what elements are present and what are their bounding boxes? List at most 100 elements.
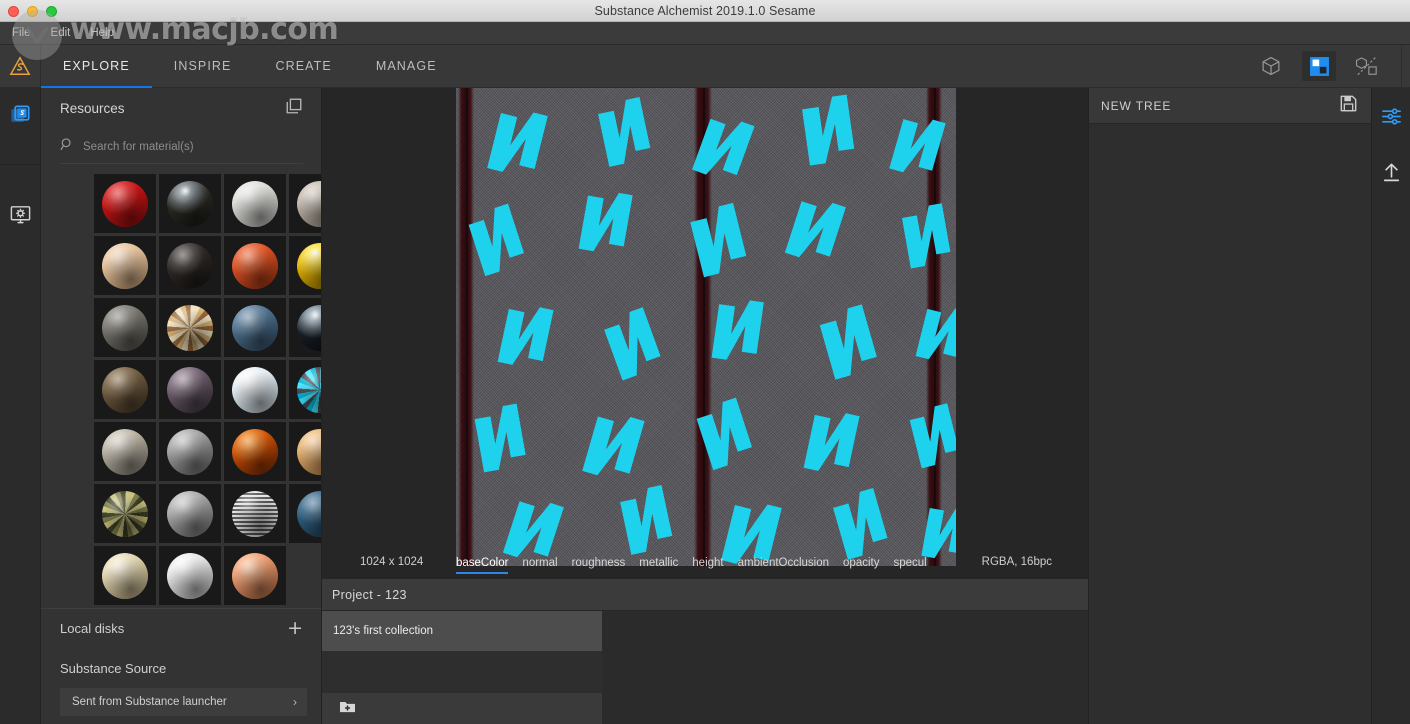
gray-cement-sphere [167, 428, 213, 475]
seam-line [466, 88, 468, 566]
peach-stucco-sphere [232, 552, 278, 599]
search-icon [60, 137, 74, 156]
material-thumbnail[interactable] [224, 484, 286, 543]
material-thumbnail[interactable] [94, 546, 156, 605]
channel-tab-specul[interactable]: specul [893, 557, 926, 574]
material-thumbnail[interactable] [94, 298, 156, 357]
material-thumbnail[interactable] [224, 546, 286, 605]
channel-tab-height[interactable]: height [692, 557, 723, 574]
menu-help[interactable]: Help [80, 22, 124, 45]
orange-clay-sphere [232, 242, 278, 289]
materials-library-icon[interactable] [0, 88, 41, 142]
resources-header: Resources [41, 88, 321, 128]
app-window: Substance Alchemist 2019.1.0 Sesame File… [0, 0, 1410, 724]
channel-tab-roughness[interactable]: roughness [572, 557, 626, 574]
view-2d-texture-icon[interactable] [1302, 51, 1336, 81]
purple-rock-sphere [167, 366, 213, 413]
tab-inspire-label: INSPIRE [173, 59, 232, 73]
tab-explore[interactable]: EXPLORE [41, 45, 152, 88]
texture-viewport[interactable]: 1024 x 1024 baseColor normal roughness meta… [322, 88, 1088, 579]
material-thumbnail[interactable] [224, 174, 286, 233]
tab-create[interactable]: CREATE [253, 45, 353, 88]
plain-gray-sphere [167, 490, 213, 537]
add-local-disk-button[interactable]: + [287, 619, 303, 638]
substance-source-label: Substance Source [60, 660, 167, 676]
export-upload-icon[interactable] [1372, 144, 1410, 200]
tree-body[interactable] [1089, 124, 1371, 724]
channel-tab-ambientocclusion[interactable]: ambientOcclusion [738, 557, 829, 574]
window-controls [8, 6, 57, 17]
white-plaster-sphere [232, 180, 278, 227]
gray-stone-sphere [102, 304, 148, 351]
collection-item[interactable]: 123's first collection [322, 611, 602, 651]
add-collection-button[interactable] [322, 693, 602, 724]
channel-tab-normal[interactable]: normal [522, 557, 557, 574]
material-thumbnail[interactable] [289, 298, 321, 357]
display-settings-icon[interactable] [0, 187, 41, 241]
tree-title: NEW TREE [1101, 98, 1172, 113]
chevron-right-icon: › [293, 695, 297, 709]
right-icon-rail [1371, 88, 1410, 724]
view-split-3d-2d-icon[interactable] [1350, 51, 1384, 81]
corrugated-stripes-sphere [232, 490, 278, 537]
material-thumbnail[interactable] [224, 298, 286, 357]
material-thumbnail[interactable] [94, 174, 156, 233]
materials-grid-wrapper [41, 164, 321, 608]
menu-file[interactable]: File [0, 22, 41, 45]
search-input[interactable] [83, 140, 303, 153]
material-thumbnail[interactable] [159, 360, 221, 419]
view-3d-cube-icon[interactable] [1254, 51, 1288, 81]
material-thumbnail[interactable] [159, 174, 221, 233]
material-thumbnail[interactable] [289, 360, 321, 419]
materials-grid [41, 174, 321, 605]
tab-inspire[interactable]: INSPIRE [152, 45, 254, 88]
material-thumbnail[interactable] [224, 422, 286, 481]
material-thumbnail[interactable] [94, 484, 156, 543]
local-disks-label: Local disks [60, 621, 125, 636]
black-glossy-sphere [297, 304, 321, 351]
cream-marble-sphere [102, 552, 148, 599]
material-thumbnail[interactable] [159, 236, 221, 295]
material-thumbnail[interactable] [94, 236, 156, 295]
add-folder-icon [339, 699, 356, 719]
project-panel: Project - 123 123's first collection [322, 579, 1088, 724]
substance-source-item-launcher[interactable]: Sent from Substance launcher › [60, 688, 307, 716]
substance-source-section: Substance Source [41, 648, 321, 688]
material-thumbnail[interactable] [224, 236, 286, 295]
material-thumbnail[interactable] [289, 484, 321, 543]
material-thumbnail[interactable] [94, 422, 156, 481]
material-thumbnail[interactable] [94, 360, 156, 419]
collection-item-label: 123's first collection [333, 625, 433, 637]
material-thumbnail[interactable] [224, 360, 286, 419]
main-tabs: EXPLORE INSPIRE CREATE MANAGE [41, 45, 459, 88]
channel-tab-opacity[interactable]: opacity [843, 557, 879, 574]
duplicate-squares-icon[interactable] [285, 97, 303, 120]
minimize-button[interactable] [27, 6, 38, 17]
close-button[interactable] [8, 6, 19, 17]
menu-edit[interactable]: Edit [41, 22, 81, 45]
viewport-mode-toolbar [1247, 44, 1410, 88]
material-thumbnail[interactable] [159, 484, 221, 543]
texture-format: RGBA, 16bpc [981, 556, 1052, 568]
material-thumbnail[interactable] [159, 298, 221, 357]
material-thumbnail[interactable] [289, 236, 321, 295]
channel-tabs: baseColor normal roughness metallic height am… [456, 550, 927, 574]
material-thumbnail[interactable] [289, 422, 321, 481]
window-titlebar: Substance Alchemist 2019.1.0 Sesame [0, 0, 1410, 22]
project-title: Project - 123 [332, 587, 407, 602]
parameters-sliders-icon[interactable] [1372, 88, 1410, 144]
project-body: 123's first collection [322, 611, 1088, 724]
save-floppy-icon[interactable] [1340, 95, 1357, 117]
material-thumbnail[interactable] [159, 546, 221, 605]
channel-tab-basecolor[interactable]: baseColor [456, 557, 509, 574]
texture-dimensions: 1024 x 1024 [360, 556, 424, 568]
project-header: Project - 123 [322, 579, 1088, 611]
material-thumbnail[interactable] [159, 422, 221, 481]
zoom-button[interactable] [46, 6, 57, 17]
material-thumbnail[interactable] [289, 174, 321, 233]
patterned-mosaic-sphere [167, 304, 213, 351]
tab-manage[interactable]: MANAGE [354, 45, 459, 88]
rail-divider [0, 164, 40, 165]
channel-tab-metallic[interactable]: metallic [639, 557, 678, 574]
light-gravel-sphere [102, 428, 148, 475]
